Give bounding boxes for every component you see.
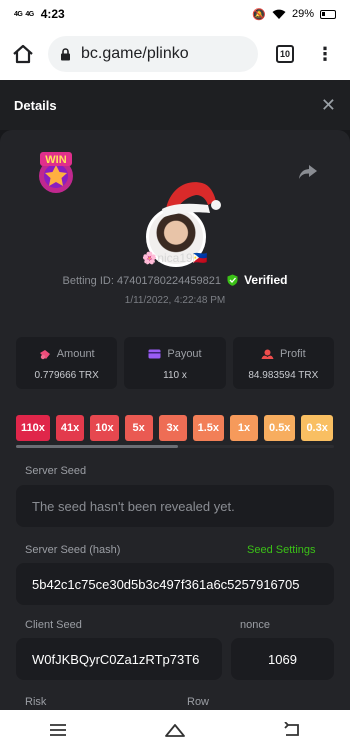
- bet-details-panel: WIN 🌸nica19🇵🇭 Betting ID: 47401780224459…: [0, 130, 350, 710]
- client-seed-value: W0fJKBQyrC0Za1zRTp73T6: [32, 651, 200, 667]
- verified-shield-icon: [227, 274, 238, 286]
- server-seed-hash-field[interactable]: 5b42c1c75ce30d5b3c497f361a6c5257916705: [16, 563, 334, 605]
- share-icon[interactable]: [298, 163, 318, 181]
- verified-label: Verified: [244, 273, 288, 287]
- multiplier-chip: 5x: [124, 415, 153, 441]
- server-seed-hash-value: 5b42c1c75ce30d5b3c497f361a6c5257916705: [32, 576, 300, 592]
- clock: 4:23: [40, 7, 65, 21]
- wifi-icon: [272, 9, 286, 19]
- modal-header: Details ✕: [0, 80, 350, 130]
- seed-settings-link[interactable]: Seed Settings: [247, 544, 316, 556]
- multiplier-chip: 10x: [90, 415, 119, 441]
- betting-id: Betting ID: 47401780224459821: [62, 275, 221, 287]
- risk-label: Risk: [25, 696, 47, 708]
- stat-amount: Amount 0.779666 TRX: [16, 337, 118, 389]
- menu-icon[interactable]: [49, 723, 67, 737]
- betting-id-row: Betting ID: 47401780224459821 Verified: [0, 273, 350, 287]
- lock-icon: [61, 47, 70, 60]
- client-seed-field[interactable]: W0fJKBQyrC0Za1zRTp73T6: [16, 638, 222, 680]
- server-seed-field[interactable]: The seed hasn't been revealed yet.: [16, 485, 334, 527]
- android-nav-bar: [0, 710, 350, 750]
- home-icon[interactable]: [12, 44, 34, 64]
- stat-label: Amount: [56, 348, 95, 360]
- nonce-label: nonce: [240, 619, 270, 631]
- win-badge-text: WIN: [45, 154, 66, 166]
- browser-menu-icon[interactable]: ⋮: [316, 45, 334, 63]
- santa-hat-icon: [162, 182, 221, 217]
- close-icon[interactable]: ✕: [321, 95, 336, 116]
- url-text: bc.game/plinko: [81, 45, 189, 62]
- multiplier-chip: 41x: [55, 415, 85, 441]
- server-seed-label: Server Seed: [25, 465, 87, 477]
- multiplier-chip: 0.5x: [264, 415, 296, 441]
- multiplier-chip: 1x: [230, 415, 259, 441]
- signal-2: 4G: [25, 10, 34, 18]
- battery-icon: [320, 9, 336, 19]
- multiplier-chip: 3x: [158, 415, 187, 441]
- profit-icon: [261, 349, 274, 359]
- row-label: Row: [187, 696, 210, 708]
- multiplier-scrollbar[interactable]: [16, 445, 334, 448]
- username: 🌸nica19🇵🇭: [142, 251, 208, 265]
- stat-label: Payout: [167, 348, 202, 360]
- server-seed-placeholder: The seed hasn't been revealed yet.: [32, 498, 235, 514]
- stat-profit: Profit 84.983594 TRX: [232, 337, 334, 389]
- multiplier-row[interactable]: 110x 41x 10x 5x 3x 1.5x 1x 0.5x 0.3x: [16, 415, 334, 443]
- back-icon[interactable]: [283, 722, 301, 738]
- status-bar: 4G 4G 4:23 🔕 29%: [0, 0, 350, 28]
- signal-1: 4G: [14, 10, 23, 18]
- server-seed-hash-label: Server Seed (hash): [25, 544, 121, 556]
- stat-payout: Payout 110 x: [124, 337, 226, 389]
- mute-icon: 🔕: [252, 8, 266, 21]
- multiplier-chip: 1.5x: [192, 415, 225, 441]
- bet-date: 1/11/2022, 4:22:48 PM: [124, 295, 226, 306]
- amount-icon: [39, 349, 50, 359]
- status-right: 🔕 29%: [252, 8, 336, 21]
- browser-toolbar: bc.game/plinko 10 ⋮: [0, 28, 350, 80]
- stat-value: 84.983594 TRX: [248, 370, 319, 381]
- win-badge-icon: WIN: [39, 152, 73, 193]
- home-nav-icon[interactable]: [164, 722, 186, 738]
- stat-value: 110 x: [163, 370, 187, 381]
- stat-value: 0.779666 TRX: [34, 370, 99, 381]
- multiplier-chip: 110x: [16, 415, 50, 441]
- url-bar[interactable]: bc.game/plinko: [48, 36, 258, 72]
- payout-icon: [148, 349, 161, 359]
- battery-percent: 29%: [291, 8, 314, 20]
- multiplier-chip: 0.3x: [301, 415, 333, 441]
- client-seed-label: Client Seed: [25, 619, 82, 631]
- stats-row: Amount 0.779666 TRX Payout 110 x Profit: [16, 337, 334, 389]
- modal-title: Details: [14, 97, 57, 113]
- nonce-field[interactable]: 1069: [231, 638, 334, 680]
- multiplier-scrollbar-thumb[interactable]: [16, 445, 178, 448]
- stat-label: Profit: [279, 348, 306, 360]
- tab-switcher-button[interactable]: 10: [276, 45, 294, 63]
- nonce-value: 1069: [268, 651, 297, 667]
